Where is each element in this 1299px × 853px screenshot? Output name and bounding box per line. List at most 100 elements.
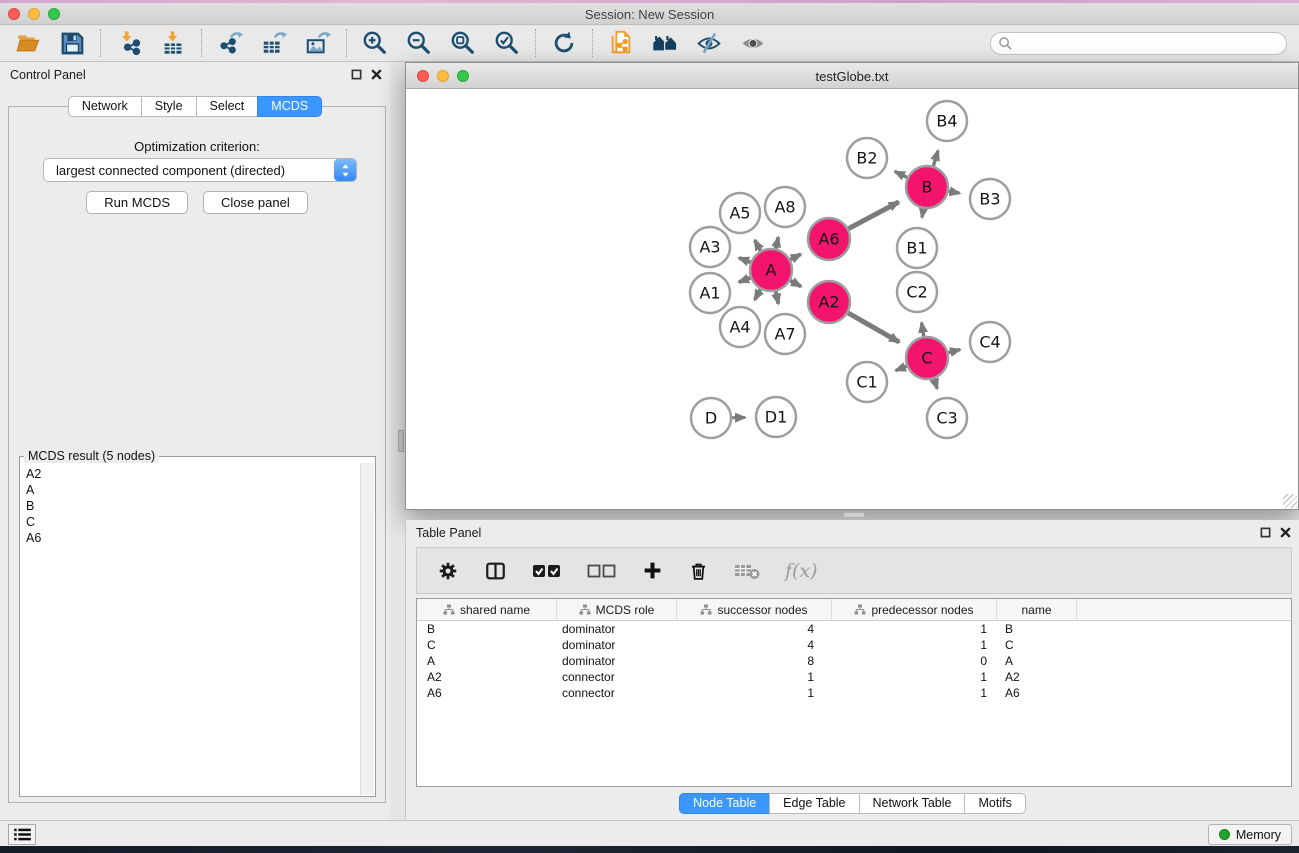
edge-A-A1[interactable] xyxy=(739,278,750,282)
node-table[interactable]: shared nameMCDS rolesuccessor nodesprede… xyxy=(416,598,1292,787)
hide-selected-button[interactable] xyxy=(694,28,724,58)
edge-B-B1[interactable] xyxy=(922,209,923,218)
result-item[interactable]: B xyxy=(21,498,360,514)
float-panel-icon[interactable] xyxy=(351,69,362,80)
node-A[interactable]: A xyxy=(750,249,792,291)
table-row[interactable]: Bdominator41B xyxy=(417,621,1291,637)
node-A6[interactable]: A6 xyxy=(808,218,850,260)
edge-B-B3[interactable] xyxy=(949,191,960,193)
tab-mcds[interactable]: MCDS xyxy=(257,96,322,117)
node-C1[interactable]: C1 xyxy=(847,362,887,402)
table-cell[interactable]: B xyxy=(417,621,557,637)
run-mcds-button[interactable]: Run MCDS xyxy=(86,191,188,214)
edge-A-A4[interactable] xyxy=(755,289,761,300)
table-cell[interactable]: 1 xyxy=(832,621,997,637)
tab-network[interactable]: Network xyxy=(68,96,142,117)
network-window-titlebar[interactable]: testGlobe.txt xyxy=(406,63,1298,89)
zoom-out-button[interactable] xyxy=(404,28,434,58)
tab-select[interactable]: Select xyxy=(196,96,259,117)
edge-C-C3[interactable] xyxy=(934,379,937,389)
table-cell[interactable]: 1 xyxy=(832,685,997,701)
node-A7[interactable]: A7 xyxy=(765,314,805,354)
edge-A2-C[interactable] xyxy=(848,313,899,342)
zoom-in-button[interactable] xyxy=(360,28,390,58)
column-header-predecessor-nodes[interactable]: predecessor nodes xyxy=(832,599,997,620)
network-canvas[interactable]: B4B2BB3A5A8A6B1A3AA1C2A2A4A7CC4C1C3DD1 xyxy=(406,89,1298,509)
show-panel-list-button[interactable] xyxy=(8,824,36,845)
edge-B-B4[interactable] xyxy=(933,151,938,166)
horizontal-splitter-handle[interactable] xyxy=(843,512,865,518)
table-row[interactable]: Adominator80A xyxy=(417,653,1291,669)
node-D[interactable]: D xyxy=(691,398,731,438)
select-all-columns-button[interactable] xyxy=(532,562,562,580)
node-A5[interactable]: A5 xyxy=(720,193,760,233)
vertical-splitter-handle[interactable] xyxy=(398,430,404,452)
open-session-button[interactable] xyxy=(13,28,43,58)
column-header-shared-name[interactable]: shared name xyxy=(417,599,557,620)
table-row[interactable]: A6connector11A6 xyxy=(417,685,1291,701)
edge-C-C1[interactable] xyxy=(896,366,907,370)
edge-A-A2[interactable] xyxy=(790,281,801,287)
table-cell[interactable]: C xyxy=(997,637,1077,653)
node-B[interactable]: B xyxy=(906,166,948,208)
delete-columns-button[interactable] xyxy=(688,560,709,582)
close-panel-icon[interactable] xyxy=(1280,527,1291,538)
table-cell[interactable]: 4 xyxy=(677,637,832,653)
zoom-selected-button[interactable] xyxy=(492,28,522,58)
export-table-button[interactable] xyxy=(259,28,289,58)
save-session-button[interactable] xyxy=(57,28,87,58)
table-cell[interactable]: dominator xyxy=(557,637,677,653)
toggle-column-view-button[interactable] xyxy=(484,560,507,582)
tab-edge-table[interactable]: Edge Table xyxy=(769,793,859,814)
refresh-layout-button[interactable] xyxy=(549,28,579,58)
table-cell[interactable]: 4 xyxy=(677,621,832,637)
table-cell[interactable]: A2 xyxy=(997,669,1077,685)
node-A1[interactable]: A1 xyxy=(690,273,730,313)
node-A3[interactable]: A3 xyxy=(690,227,730,267)
tab-style[interactable]: Style xyxy=(141,96,197,117)
table-cell[interactable]: 1 xyxy=(677,685,832,701)
table-cell[interactable]: dominator xyxy=(557,653,677,669)
table-cell[interactable]: A2 xyxy=(417,669,557,685)
table-row[interactable]: A2connector11A2 xyxy=(417,669,1291,685)
float-panel-icon[interactable] xyxy=(1260,527,1271,538)
result-item[interactable]: C xyxy=(21,514,360,530)
node-C4[interactable]: C4 xyxy=(970,322,1010,362)
column-header-MCDS-role[interactable]: MCDS role xyxy=(557,599,677,620)
close-panel-icon[interactable] xyxy=(371,69,382,80)
node-B1[interactable]: B1 xyxy=(897,228,937,268)
network-graph[interactable]: B4B2BB3A5A8A6B1A3AA1C2A2A4A7CC4C1C3DD1 xyxy=(406,89,1298,509)
table-cell[interactable]: connector xyxy=(557,669,677,685)
table-cell[interactable]: A6 xyxy=(997,685,1077,701)
column-header-name[interactable]: name xyxy=(997,599,1077,620)
zoom-fit-button[interactable] xyxy=(448,28,478,58)
edge-A-A3[interactable] xyxy=(739,258,750,262)
table-cell[interactable]: 1 xyxy=(832,669,997,685)
table-cell[interactable]: 8 xyxy=(677,653,832,669)
node-B2[interactable]: B2 xyxy=(847,138,887,178)
search-input[interactable] xyxy=(990,32,1287,55)
tab-motifs[interactable]: Motifs xyxy=(964,793,1025,814)
table-cell[interactable]: A xyxy=(417,653,557,669)
node-A2[interactable]: A2 xyxy=(808,281,850,323)
table-cell[interactable]: C xyxy=(417,637,557,653)
import-network-button[interactable] xyxy=(114,28,144,58)
node-B4[interactable]: B4 xyxy=(927,101,967,141)
result-item[interactable]: A2 xyxy=(21,466,360,482)
edge-A6-B[interactable] xyxy=(848,202,898,229)
node-C3[interactable]: C3 xyxy=(927,398,967,438)
result-scrollbar[interactable] xyxy=(360,463,374,795)
result-item[interactable]: A xyxy=(21,482,360,498)
node-A4[interactable]: A4 xyxy=(720,307,760,347)
edge-A-A6[interactable] xyxy=(790,254,800,260)
memory-button[interactable]: Memory xyxy=(1208,824,1292,845)
node-B3[interactable]: B3 xyxy=(970,179,1010,219)
add-column-button[interactable] xyxy=(642,560,663,581)
edge-C-C2[interactable] xyxy=(922,323,924,337)
table-cell[interactable]: connector xyxy=(557,685,677,701)
edge-B-B2[interactable] xyxy=(895,172,907,178)
tab-network-table[interactable]: Network Table xyxy=(859,793,966,814)
table-settings-button[interactable] xyxy=(437,560,459,582)
export-image-button[interactable] xyxy=(303,28,333,58)
window-resize-grip[interactable] xyxy=(1283,494,1297,508)
